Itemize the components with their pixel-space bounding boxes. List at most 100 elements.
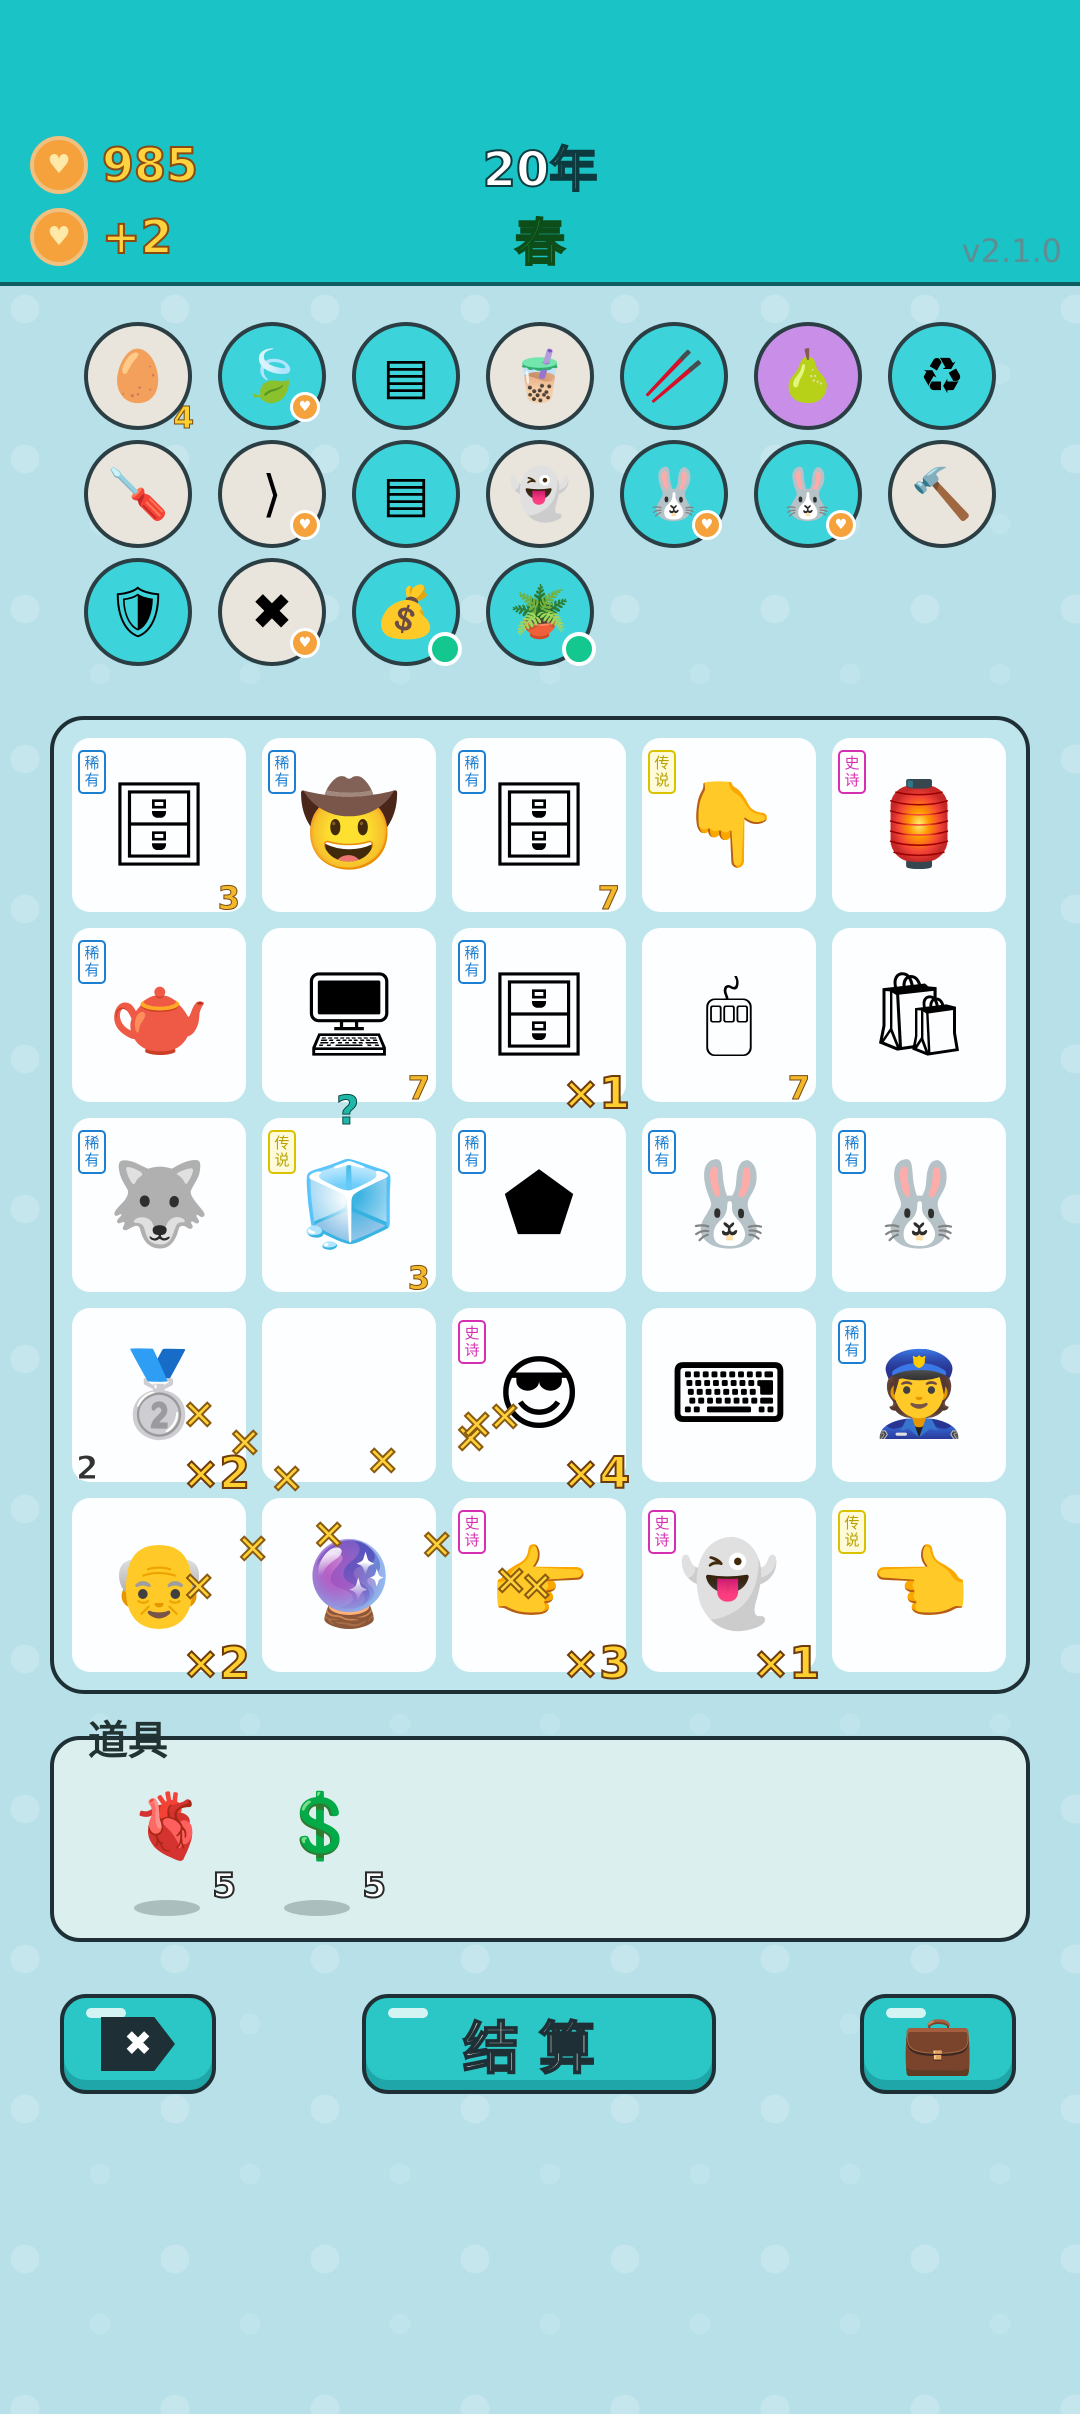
pleated-skirt-icon: ▤ (382, 347, 430, 405)
board-cell[interactable]: 🖥 7 (262, 928, 436, 1105)
rarity-tag: 稀有 (458, 1130, 486, 1174)
rarity-tag: 稀有 (458, 940, 486, 984)
new-dot-badge (428, 632, 462, 666)
rarity-tag: 稀有 (838, 1320, 866, 1364)
symbol-slot[interactable]: 🐰 ♥ (620, 440, 728, 548)
item-panel: 🫀 5 💲 5 (50, 1736, 1030, 1942)
symbol-slot[interactable]: 👻 (486, 440, 594, 548)
hit-x-mark: × (181, 1563, 216, 1609)
hit-x-mark: × (269, 1455, 304, 1501)
board-cell[interactable]: ⬟ 稀有 (452, 1118, 626, 1292)
board-cell[interactable]: 🐰 稀有 (832, 1118, 1006, 1292)
board-cell[interactable]: 🗄 稀有 7 (452, 738, 626, 917)
symbol-count: 4 (173, 401, 195, 436)
symbol-slot[interactable]: 🧋 (486, 322, 594, 430)
symbol-slot[interactable]: 💰 (352, 558, 462, 666)
rarity-tag: 史诗 (458, 1510, 486, 1554)
cell-counter: 3 (217, 879, 240, 917)
teapot-icon: 🫖 (107, 967, 211, 1062)
board-cell[interactable]: 🐺 稀有 (72, 1118, 246, 1292)
symbol-slot[interactable]: 🛡 (84, 558, 192, 666)
item-slot[interactable]: 🫀 5 (120, 1776, 237, 1916)
liver-item-icon: 🫀 (130, 1789, 210, 1864)
symbol-slot[interactable]: ♻ (888, 322, 996, 430)
yellow-pointing-hand-icon: 👈 (867, 1537, 971, 1632)
board-cell[interactable]: 👻 史诗 ×1 (642, 1498, 821, 1687)
remove-button[interactable]: ✖ (60, 1994, 216, 2094)
server-tower-icon: 🗄 (486, 967, 592, 1062)
symbol-slot[interactable]: ⟩ ♥ (218, 440, 326, 548)
board-cell[interactable]: 🗄 稀有 ×1 (452, 928, 631, 1117)
hit-x-mark: × (519, 1563, 554, 1609)
heart-badge-icon: ♥ (290, 392, 320, 422)
monitor-icon: 🖥 (296, 967, 402, 1062)
rarity-tag: 传说 (648, 750, 676, 794)
rarity-tag: 史诗 (838, 750, 866, 794)
rarity-tag: 稀有 (78, 750, 106, 794)
symbol-slot[interactable]: 🔨 (888, 440, 996, 548)
board-cell[interactable]: 👈 传说 (832, 1498, 1006, 1672)
symbol-slot[interactable]: 🥚 4 (84, 322, 194, 434)
board-cell[interactable]: 🫖 稀有 (72, 928, 246, 1102)
version-label: v2.1.0 (961, 232, 1062, 270)
symbol-slot[interactable]: ▤ (352, 322, 460, 430)
symbol-slot[interactable]: ▤ (352, 440, 460, 548)
board-cell[interactable]: 🧊 传说 3 (262, 1118, 436, 1297)
symbol-slot[interactable]: 🍃 ♥ (218, 322, 326, 430)
board-cell[interactable]: 🛍 (832, 928, 1006, 1102)
symbol-slot[interactable]: ✖ ♥ (218, 558, 326, 666)
board-cell[interactable]: 👇 传说 (642, 738, 816, 912)
pomelo-icon: 🍐 (776, 347, 840, 405)
cell-counter: 7 (597, 879, 620, 917)
hit-x-mark: × (227, 1419, 262, 1465)
bunny-icon-2: 🐰 (776, 465, 840, 523)
season-label: 春 (514, 213, 566, 273)
potted-flower-icon: 🪴 (508, 583, 572, 641)
inventory-button[interactable]: 💼 (860, 1994, 1016, 2094)
slot-board: 🗄 稀有 3 🤠 稀有 🗄 稀有 7 👇 传说 🏮 史诗 🫖 稀有 🖥 7 🗄 稀有 ×1 🖱 7 🛍 🐺 稀有 🧊 传说 3 ⬟ 稀有… (50, 716, 1030, 1694)
board-cell[interactable]: 👴 ×2 (72, 1498, 251, 1687)
board-cell[interactable]: 🐰 稀有 (642, 1118, 816, 1292)
item-shadow (134, 1900, 200, 1916)
rarity-tag: 稀有 (268, 750, 296, 794)
cell-counter: 2 (75, 1449, 99, 1487)
briefcase-icon: 💼 (901, 2009, 975, 2078)
item-panel-title: 道具 (88, 1718, 168, 1764)
settle-button-label: 结算 (462, 2016, 615, 2083)
item-shadow (284, 1900, 350, 1916)
settle-button[interactable]: 结算 (362, 1994, 716, 2094)
hit-x-mark: × (235, 1525, 270, 1571)
board-cell[interactable]: 🤠 稀有 (262, 738, 436, 912)
symbol-slot[interactable]: 🪛 (84, 440, 192, 548)
egg-carton-icon: 🥚 (106, 347, 170, 405)
keyboard-icon: ⌨ (669, 1347, 789, 1442)
board-cell[interactable]: 🏮 史诗 (832, 738, 1006, 912)
rarity-tag: 稀有 (838, 1130, 866, 1174)
symbol-slot[interactable]: 🪴 (486, 558, 596, 666)
board-cell[interactable]: 👮 稀有 (832, 1308, 1006, 1482)
board-cell[interactable]: 🥈 2 ×2 (72, 1308, 251, 1497)
cell-counter: 3 (407, 1259, 430, 1297)
board-cell[interactable]: 🗄 稀有 3 (72, 738, 246, 917)
hit-x-mark: × (419, 1521, 454, 1567)
board-cell[interactable]: 🔮 (262, 1498, 436, 1672)
multiplier-label: ×2 (182, 1638, 251, 1689)
board-cell[interactable]: 🖱 7 (642, 928, 816, 1107)
bunny-icon: 🐰 (642, 465, 706, 523)
item-slot[interactable]: 💲 5 (270, 1776, 387, 1916)
item-count: 5 (361, 1865, 387, 1907)
heart-badge-icon: ♥ (290, 510, 320, 540)
board-cell[interactable]: ⌨ (642, 1308, 816, 1482)
symbol-slot[interactable]: 🐰 ♥ (754, 440, 862, 548)
multiplier-label: ×4 (562, 1448, 631, 1499)
chopsticks-icon: 🥢 (642, 347, 706, 405)
symbol-slot[interactable]: 🍐 (754, 322, 862, 430)
police-officer-icon: 👮 (867, 1347, 971, 1442)
server-tower-icon: 🗄 (106, 777, 212, 872)
rarity-tag: 稀有 (458, 750, 486, 794)
symbol-slot[interactable]: 🥢 (620, 322, 728, 430)
cell-counter: 7 (787, 1069, 810, 1107)
garbage-bag-icon: 🛍 (866, 967, 972, 1062)
wood-element-icon: ⬟ (503, 1157, 575, 1252)
heart-badge-icon: ♥ (290, 628, 320, 658)
